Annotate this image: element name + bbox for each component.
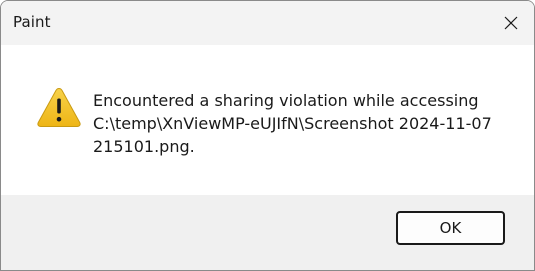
close-button[interactable]	[488, 1, 534, 45]
dialog-footer: OK	[1, 195, 534, 270]
dialog-message: Encountered a sharing violation while ac…	[93, 89, 513, 158]
window-title: Paint	[13, 13, 51, 31]
warning-icon	[37, 87, 81, 127]
close-icon	[504, 16, 518, 30]
message-line: Encountered a sharing violation while ac…	[93, 91, 479, 110]
message-line: C:\temp\XnViewMP-eUJIfN\Screenshot 2024-…	[93, 114, 492, 133]
dialog-content: Encountered a sharing violation while ac…	[1, 45, 534, 195]
message-dialog: Paint Encountered a sharing violation wh…	[0, 0, 535, 271]
title-bar[interactable]: Paint	[1, 1, 534, 45]
ok-button[interactable]: OK	[396, 211, 505, 245]
message-line: 215101.png.	[93, 137, 195, 156]
